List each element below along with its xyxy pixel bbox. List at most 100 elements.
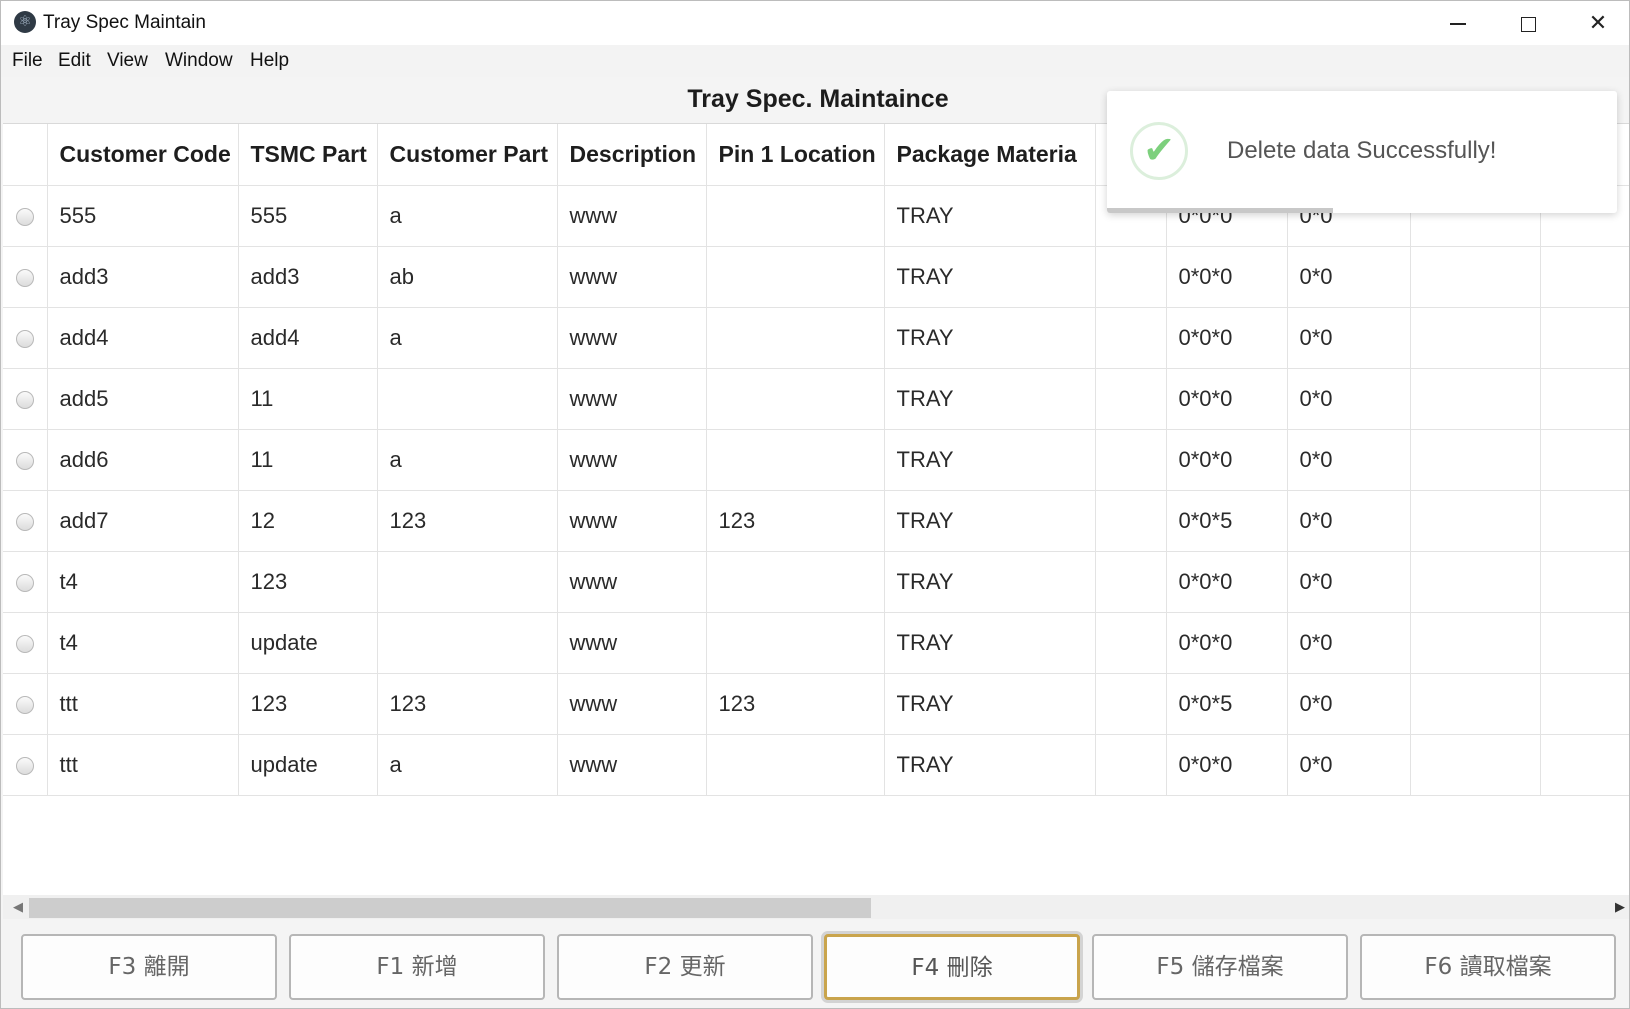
maximize-button[interactable] [1493,1,1563,45]
table-cell [1095,307,1167,369]
table-cell: www [557,429,707,491]
table-row[interactable]: add4 add4 a www TRAY 0*0*0 0*0 [3,307,1629,369]
row-radio-button[interactable] [15,451,34,470]
table-cell: update [238,612,378,674]
menu-bar: File Edit View Window Help [1,45,1629,77]
minimize-icon [1450,23,1466,25]
menu-help[interactable]: Help [250,50,289,72]
table-cell: a [377,307,558,369]
table-cell [1410,490,1541,552]
table-cell: 12 [238,490,378,552]
maximize-icon [1520,16,1536,32]
table-cell: TRAY [884,551,1096,613]
menu-edit[interactable]: Edit [58,50,91,72]
row-select-cell [3,612,48,674]
table-row[interactable]: ttt update a www TRAY 0*0*0 0*0 [3,734,1629,796]
table-cell: TRAY [884,612,1096,674]
column-header[interactable]: Customer Code [47,124,239,186]
scrollbar-thumb[interactable] [29,898,871,918]
table-cell: ttt [47,673,239,735]
table-row[interactable]: add7 12 123 www 123 TRAY 0*0*5 0*0 [3,490,1629,552]
row-radio-button[interactable] [15,756,34,775]
table-cell: add3 [238,246,378,308]
table-cell: 0*0*0 [1166,368,1288,430]
row-radio-button[interactable] [15,329,34,348]
menu-file[interactable]: File [12,50,43,72]
close-button[interactable]: ✕ [1563,1,1629,45]
table-cell: TRAY [884,673,1096,735]
table-row[interactable]: t4 update www TRAY 0*0*0 0*0 [3,612,1629,674]
table-cell: 0*0*0 [1166,429,1288,491]
delete-button[interactable]: F4 刪除 [824,934,1080,1000]
column-header[interactable]: Customer Part [377,124,558,186]
load-file-button[interactable]: F6 讀取檔案 [1360,934,1616,1000]
table-cell [1540,368,1629,430]
app-window: ⚛ Tray Spec Maintain ✕ File Edit View Wi… [0,0,1630,1009]
table-cell [377,612,558,674]
table-row[interactable]: t4 123 www TRAY 0*0*0 0*0 [3,551,1629,613]
table-cell: TRAY [884,246,1096,308]
table-cell [377,551,558,613]
row-radio-button[interactable] [15,695,34,714]
table-cell [1410,368,1541,430]
row-radio-button[interactable] [15,512,34,531]
table-cell: 11 [238,368,378,430]
main-content: Tray Spec. Maintaince Customer Code TSMC … [1,77,1629,1008]
table-cell: 11 [238,429,378,491]
table-cell: add4 [238,307,378,369]
app-logo-icon: ⚛ [14,11,36,33]
table-cell [1540,612,1629,674]
table-row[interactable]: add3 add3 ab www TRAY 0*0*0 0*0 [3,246,1629,308]
table-cell: ttt [47,734,239,796]
column-header[interactable]: Pin 1 Location [706,124,885,186]
function-button-bar: F3 離開 F1 新增 F2 更新 F4 刪除 F5 儲存檔案 F6 讀取檔案 [1,922,1629,1008]
row-radio-button[interactable] [15,573,34,592]
row-select-cell [3,490,48,552]
scroll-left-icon[interactable]: ◀ [13,899,23,915]
table-cell [1410,734,1541,796]
table-cell [706,368,885,430]
table-row[interactable]: add6 11 a www TRAY 0*0*0 0*0 [3,429,1629,491]
table-cell: ab [377,246,558,308]
column-header[interactable]: TSMC Part [238,124,378,186]
table-cell: update [238,734,378,796]
row-select-cell [3,307,48,369]
row-radio-button[interactable] [15,268,34,287]
title-bar: ⚛ Tray Spec Maintain ✕ [1,1,1629,45]
table-cell: 123 [377,490,558,552]
horizontal-scrollbar[interactable]: ◀ ▶ [3,895,1629,919]
table-cell: 0*0 [1287,246,1411,308]
column-header[interactable]: Description [557,124,707,186]
menu-view[interactable]: View [107,50,148,72]
exit-button[interactable]: F3 離開 [21,934,277,1000]
add-button[interactable]: F1 新增 [289,934,545,1000]
table-cell: www [557,246,707,308]
save-file-button[interactable]: F5 儲存檔案 [1092,934,1348,1000]
table-cell: 0*0*5 [1166,673,1288,735]
update-button[interactable]: F2 更新 [557,934,813,1000]
table-cell: TRAY [884,307,1096,369]
menu-window[interactable]: Window [165,50,233,72]
table-cell: add3 [47,246,239,308]
minimize-button[interactable] [1423,1,1493,45]
table-cell: 123 [238,673,378,735]
row-radio-button[interactable] [15,390,34,409]
table-cell: 123 [706,490,885,552]
table-row[interactable]: ttt 123 123 www 123 TRAY 0*0*5 0*0 [3,673,1629,735]
row-radio-button[interactable] [15,634,34,653]
row-select-cell [3,368,48,430]
table-cell: 555 [238,185,378,247]
table-cell [1540,429,1629,491]
table-cell: www [557,368,707,430]
column-header[interactable]: Package Materia [884,124,1096,186]
tray-spec-table-container[interactable]: Customer Code TSMC Part Customer Part Descr… [3,123,1629,901]
success-toast: ✔ Delete data Successfully! [1107,91,1617,213]
table-cell: 0*0 [1287,673,1411,735]
row-select-cell [3,734,48,796]
row-radio-button[interactable] [15,207,34,226]
scroll-right-icon[interactable]: ▶ [1615,899,1625,915]
table-row[interactable]: add5 11 www TRAY 0*0*0 0*0 [3,368,1629,430]
table-cell: t4 [47,612,239,674]
table-cell [1095,429,1167,491]
toast-timer-bar [1107,208,1333,213]
